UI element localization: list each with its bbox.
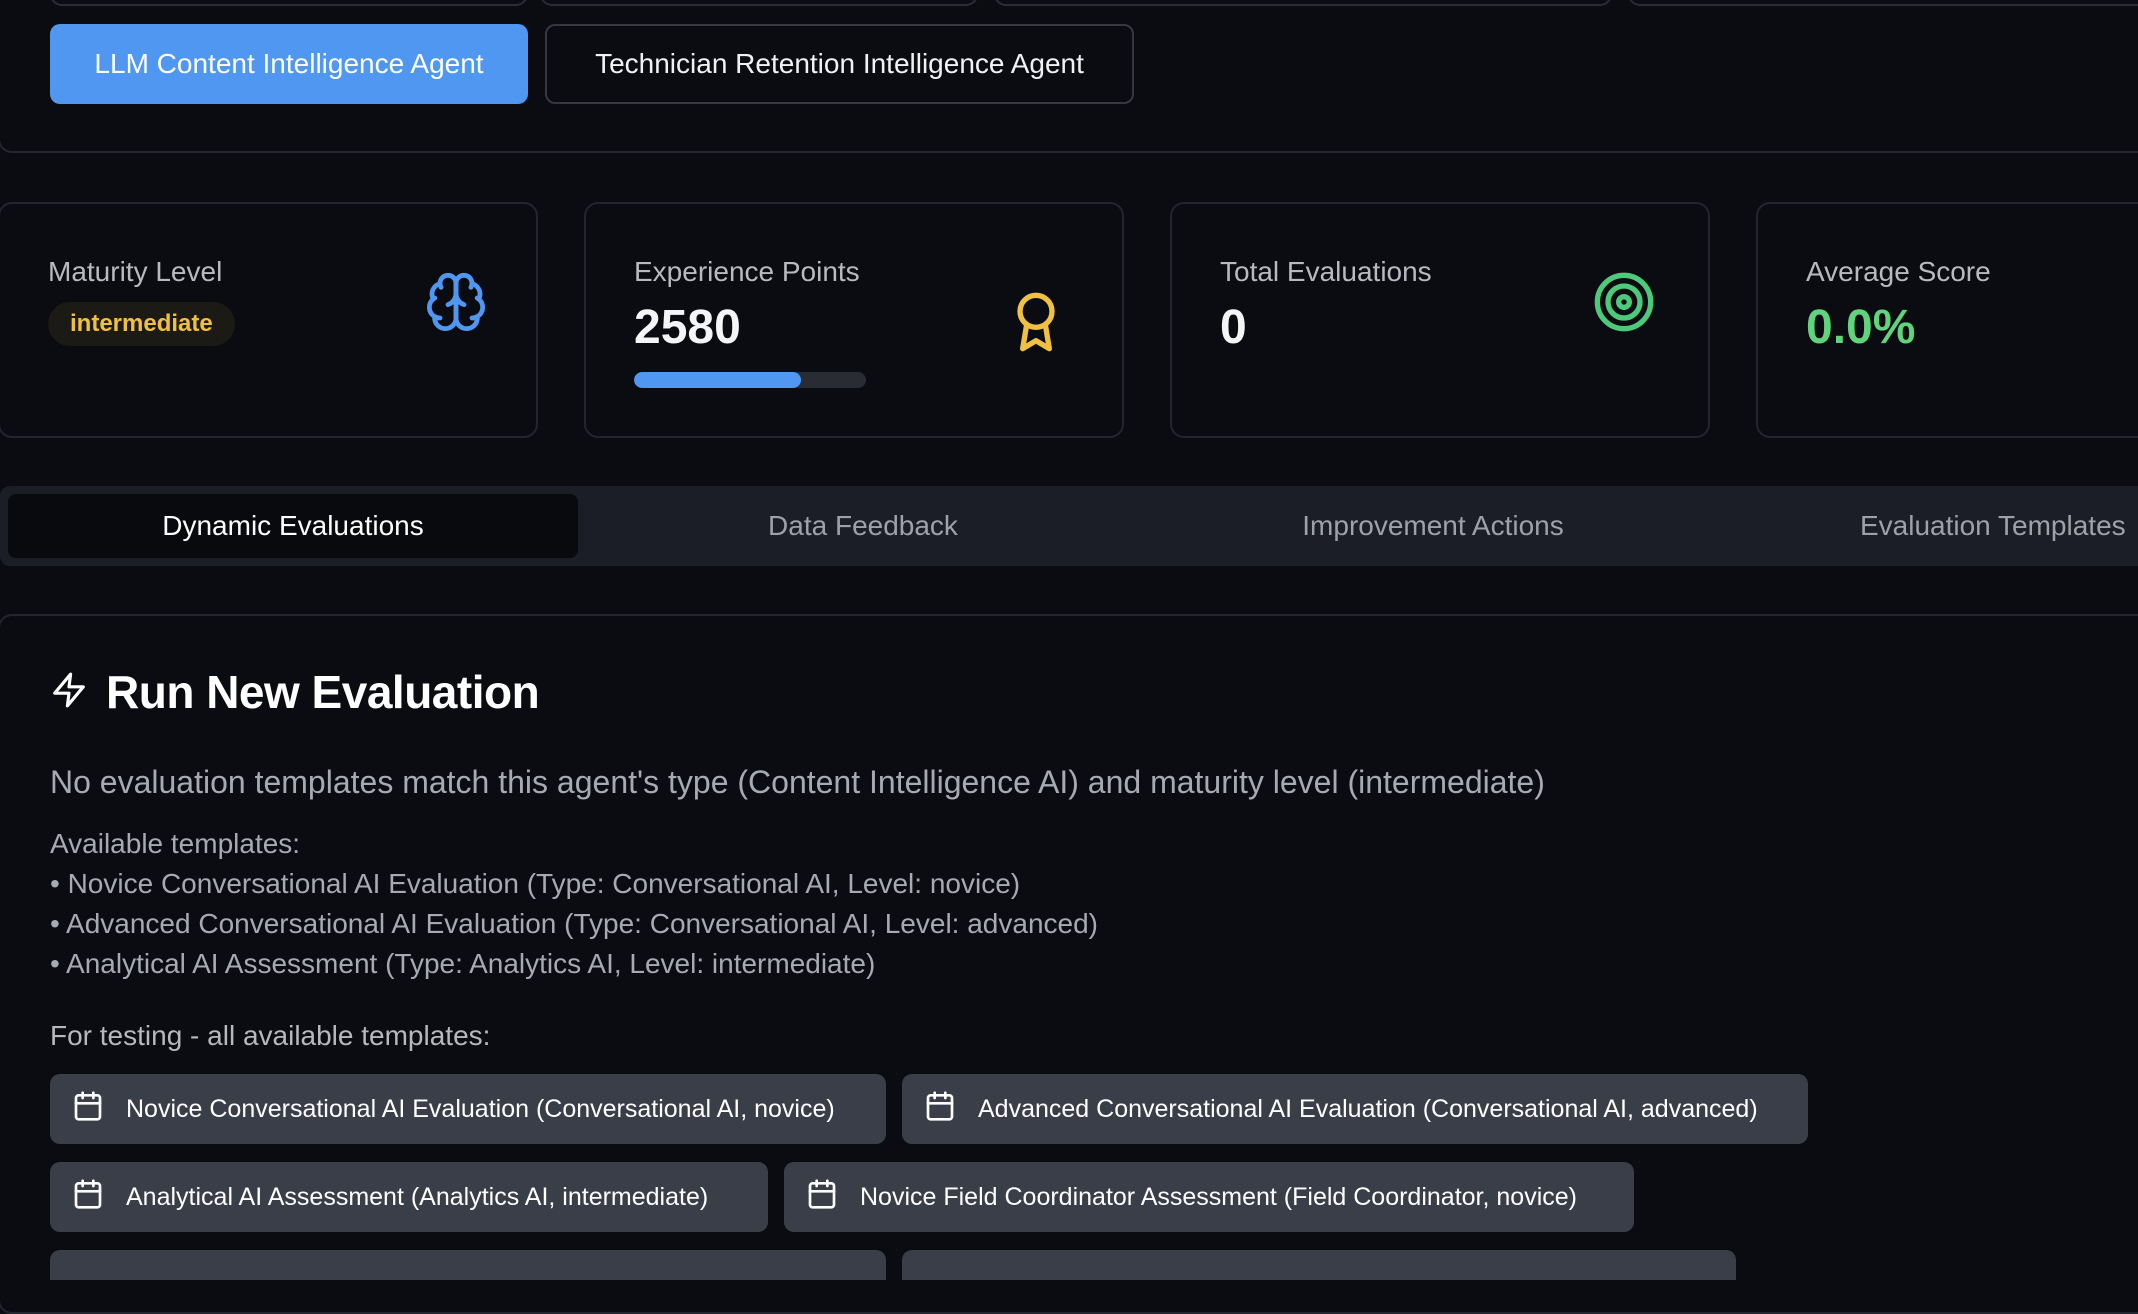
tab-improvement-actions[interactable]: Improvement Actions [1148, 494, 1718, 558]
brain-icon [424, 270, 488, 339]
tab-data-feedback[interactable]: Data Feedback [578, 494, 1148, 558]
run-evaluation-title: Run New Evaluation [106, 666, 540, 718]
target-icon [1592, 270, 1656, 339]
average-score-label: Average Score [1806, 256, 1991, 287]
agent-button-offscreen-1[interactable] [50, 0, 528, 6]
template-button-label: Advanced Conversational AI Evaluation (C… [978, 1094, 1758, 1123]
agent-button-llm-content[interactable]: LLM Content Intelligence Agent [50, 24, 528, 104]
zap-icon [50, 671, 88, 714]
template-button-analytical-ai[interactable]: Analytical AI Assessment (Analytics AI, … [50, 1162, 768, 1232]
maturity-level-label: Maturity Level [48, 256, 223, 287]
experience-points-label: Experience Points [634, 256, 860, 287]
no-templates-notice: No evaluation templates match this agent… [50, 764, 1545, 800]
calendar-icon [72, 1178, 104, 1217]
template-button-novice-field-coordinator[interactable]: Novice Field Coordinator Assessment (Fie… [784, 1162, 1634, 1232]
tab-dynamic-evaluations[interactable]: Dynamic Evaluations [8, 494, 578, 558]
agent-button-offscreen-3[interactable] [994, 0, 1612, 6]
available-template-item: • Analytical AI Assessment (Type: Analyt… [50, 948, 876, 979]
agent-button-label: Technician Retention Intelligence Agent [595, 48, 1084, 79]
available-template-item: • Advanced Conversational AI Evaluation … [50, 908, 1098, 939]
maturity-level-badge: intermediate [48, 302, 235, 346]
total-evaluations-card: Total Evaluations 0 [1170, 202, 1710, 438]
experience-points-value: 2580 [634, 301, 741, 354]
agent-button-offscreen-4[interactable] [1628, 0, 2138, 6]
experience-progress-bar [634, 372, 866, 388]
maturity-level-card: Maturity Level intermediate [0, 202, 538, 438]
template-button-novice-conversational[interactable]: Novice Conversational AI Evaluation (Con… [50, 1074, 886, 1144]
average-score-card: Average Score 0.0% [1756, 202, 2138, 438]
available-template-item: • Novice Conversational AI Evaluation (T… [50, 868, 1021, 899]
experience-points-card: Experience Points 2580 [584, 202, 1124, 438]
available-templates-title: Available templates: [50, 828, 301, 859]
agent-button-label: LLM Content Intelligence Agent [94, 48, 484, 79]
agent-button-technician-retention[interactable]: Technician Retention Intelligence Agent [545, 24, 1134, 104]
run-evaluation-header: Run New Evaluation [50, 664, 540, 720]
experience-progress-fill [634, 372, 802, 388]
testing-templates-title: For testing - all available templates: [50, 1020, 491, 1051]
calendar-icon [72, 1090, 104, 1129]
total-evaluations-label: Total Evaluations [1220, 256, 1432, 287]
template-button-label: Novice Field Coordinator Assessment (Fie… [860, 1182, 1577, 1211]
agent-button-offscreen-2[interactable] [540, 0, 978, 6]
calendar-icon [924, 1090, 956, 1129]
template-button-advanced-conversational[interactable]: Advanced Conversational AI Evaluation (C… [902, 1074, 1808, 1144]
total-evaluations-value: 0 [1220, 301, 1247, 354]
tab-evaluation-templates[interactable]: Evaluation Templates [1718, 494, 2138, 558]
award-icon [1004, 290, 1068, 359]
average-score-value: 0.0% [1806, 301, 1916, 354]
calendar-icon [806, 1178, 838, 1217]
template-button-partial[interactable] [902, 1250, 1736, 1280]
template-button-label: Novice Conversational AI Evaluation (Con… [126, 1094, 835, 1123]
template-button-label: Analytical AI Assessment (Analytics AI, … [126, 1182, 709, 1211]
template-button-partial[interactable] [50, 1250, 886, 1280]
